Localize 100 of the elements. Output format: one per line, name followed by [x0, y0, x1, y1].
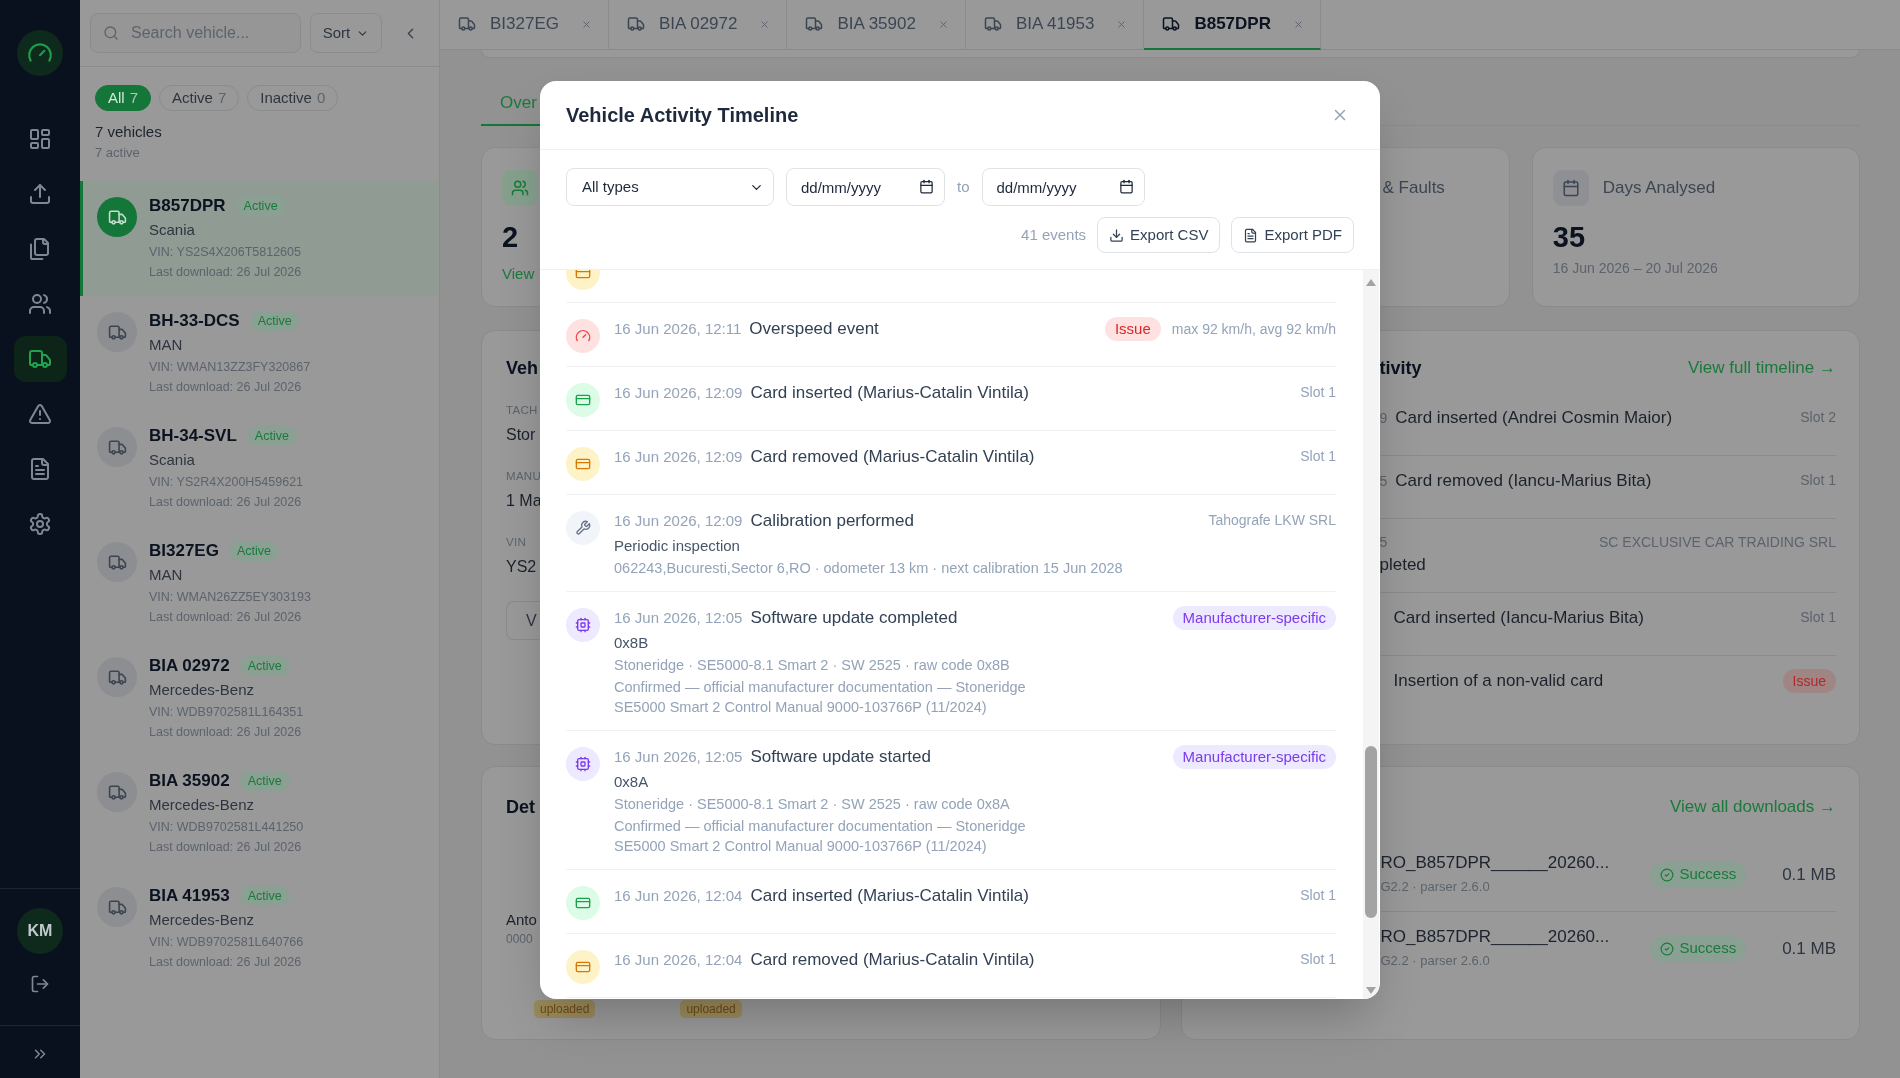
truck-icon	[97, 657, 137, 697]
last-download: Last download: 26 Jul 2026	[149, 839, 302, 856]
event-title: Calibration performed	[750, 510, 914, 532]
activity-title: Card removed (Iancu-Marius Bita)	[1395, 470, 1652, 492]
activity-meta: Slot 1	[1800, 608, 1836, 627]
truck-icon	[1162, 15, 1181, 33]
status-badge: Active	[228, 541, 279, 561]
success-badge: Success	[1650, 935, 1747, 962]
field-value: YS2	[506, 557, 537, 577]
last-download: Last download: 26 Jul 2026	[149, 609, 302, 626]
users-icon	[28, 292, 52, 316]
vehicle-count: 7 vehicles	[95, 122, 162, 142]
event-meta: Slot 1	[1300, 383, 1336, 402]
vehicle-brand: MAN	[149, 335, 183, 355]
file-size: 0.1 MB	[1782, 863, 1836, 886]
event-meta: Tahografe LKW SRL	[1208, 511, 1336, 530]
event-title: Card removed (Marius-Catalin Vintila)	[750, 949, 1035, 971]
export-button[interactable]: Export CSV	[1097, 217, 1221, 253]
calendar-icon[interactable]	[1118, 179, 1134, 194]
vehicle-plate: BIA 41953	[149, 885, 230, 907]
truck-icon	[97, 427, 137, 467]
event-title: Overspeed event	[749, 318, 879, 340]
last-download: Last download: 26 Jul 2026	[149, 379, 302, 396]
driver-name: Anto	[506, 910, 537, 930]
event-source: SE5000 Smart 2 Control Manual 9000-103766P (11/2024)	[614, 837, 987, 856]
vehicle-item[interactable]: BH-33-DCS Active MAN VIN: WMAN13ZZ3FY320867 Last download: 26 Jul 2026	[80, 296, 439, 411]
vehicle-item[interactable]: BIA 41953 Active Mercedes-Benz VIN: WDB9702581L640766 Last download: 26 Jul 2026	[80, 871, 439, 986]
upload-icon	[28, 182, 52, 206]
card-title: Det	[506, 796, 535, 819]
activity-meta: Slot 2	[1800, 408, 1836, 427]
stat-label: & Faults	[1382, 177, 1445, 200]
vehicle-vin: VIN: WDB9702581L640766	[149, 934, 304, 951]
calendar-icon	[1552, 170, 1589, 206]
event-meta: Slot 1	[1300, 886, 1336, 905]
event-source: Confirmed — official manufacturer documentation — Stoneridge	[614, 817, 1026, 836]
vehicle-item[interactable]: BIA 02972 Active Mercedes-Benz VIN: WDB9702581L164351 Last download: 26 Jul 2026	[80, 641, 439, 756]
status-badge: Active	[239, 656, 290, 676]
sort-button[interactable]: Sort	[310, 13, 382, 53]
truck-icon	[28, 347, 52, 371]
issue-badge: Issue	[1104, 317, 1161, 341]
date-field[interactable]: dd/mm/yyyy	[981, 168, 1145, 206]
wrench-icon	[566, 511, 600, 545]
vehicle-brand: Mercedes-Benz	[149, 680, 255, 700]
warning-icon	[28, 402, 52, 426]
vehicle-item[interactable]: BI327EG Active MAN VIN: WMAN26ZZ5EY303193 Last download: 26 Jul 2026	[80, 526, 439, 641]
vehicle-plate: B857DPR	[149, 195, 226, 217]
vehicle-brand: Mercedes-Benz	[149, 910, 255, 930]
vehicle-plate: BH-33-DCS	[149, 310, 240, 332]
vehicle-item[interactable]: BH-34-SVL Active Scania VIN: YS2R4X200H5459621 Last download: 26 Jul 2026	[80, 411, 439, 526]
type-select[interactable]: All types	[566, 168, 774, 206]
event-time: 16 Jun 2026, 12:09	[614, 383, 743, 403]
truck-icon	[983, 15, 1002, 33]
category-badge: Manufacturer-specific	[1172, 606, 1336, 630]
card-icon	[566, 270, 600, 290]
stat-label: Days Analysed	[1602, 177, 1716, 200]
event-specs: 062243,Bucuresti,Sector 6,RO · odometer 13 km · next calibration 15 Jun 2028	[614, 559, 1123, 578]
file-details: G2.2 · parser 2.6.0	[1380, 878, 1490, 896]
event-title: Card inserted (Marius-Catalin Vintila)	[750, 382, 1029, 404]
settings-icon	[28, 512, 52, 536]
date-field[interactable]: dd/mm/yyyy	[786, 168, 945, 206]
vehicle-vin: VIN: WMAN13ZZ3FY320867	[149, 359, 311, 376]
vehicle-brand: Scania	[149, 450, 195, 470]
vehicle-vin: VIN: YS2S4X206T5812605	[149, 244, 301, 261]
filter-chip[interactable]: All 7	[95, 85, 151, 111]
event-time: 16 Jun 2026, 12:09	[614, 447, 743, 467]
status-badge: Active	[239, 771, 290, 791]
nav-button[interactable]	[13, 336, 67, 382]
event-meta: Slot 1	[1300, 447, 1336, 466]
event-time: 16 Jun 2026, 12:05	[614, 608, 743, 628]
vehicle-vin: VIN: WDB9702581L441250	[149, 819, 304, 836]
event-title: Card removed (Marius-Catalin Vintila)	[750, 446, 1035, 468]
card-icon	[566, 383, 600, 417]
event-detail: Periodic inspection	[614, 536, 740, 556]
truck-icon	[97, 312, 137, 352]
stat-subtitle: 16 Jun 2026 – 20 Jul 2026	[1552, 259, 1718, 278]
truck-icon	[805, 15, 824, 33]
active-count: 7 active	[95, 144, 140, 162]
vehicle-vin: VIN: WMAN26ZZ5EY303193	[149, 589, 311, 606]
calendar-icon[interactable]	[919, 179, 934, 194]
issue-badge: Issue	[1782, 669, 1836, 693]
export-button[interactable]: Export PDF	[1231, 217, 1354, 253]
truck-icon	[627, 15, 645, 33]
search-field[interactable]: Search vehicle...	[90, 13, 301, 53]
activity-title: Card inserted (Iancu-Marius Bita)	[1393, 607, 1644, 629]
user-avatar[interactable]: KM	[17, 908, 63, 954]
file-name: RO_B857DPR______20260...	[1380, 852, 1610, 874]
logout-icon[interactable]	[30, 974, 50, 994]
vehicle-item[interactable]: B857DPR Active Scania VIN: YS2S4X206T5812605 Last download: 26 Jul 2026	[80, 181, 439, 296]
file-size: 0.1 MB	[1782, 937, 1836, 960]
truck-icon	[97, 197, 137, 237]
file-name: RO_B857DPR______20260...	[1380, 926, 1610, 948]
gauge-logo-icon	[17, 30, 63, 76]
card-title: tivity	[1379, 356, 1422, 380]
category-badge: Manufacturer-specific	[1172, 745, 1336, 769]
event-time: 16 Jun 2026, 12:11	[614, 319, 742, 339]
event-time: 16 Jun 2026, 12:04	[614, 950, 743, 970]
vehicle-plate: BIA 02972	[149, 655, 230, 677]
last-download: Last download: 26 Jul 2026	[149, 724, 302, 741]
scrollbar-thumb[interactable]	[1365, 746, 1377, 918]
vehicle-item[interactable]: BIA 35902 Active Mercedes-Benz VIN: WDB9702581L441250 Last download: 26 Jul 2026	[80, 756, 439, 871]
